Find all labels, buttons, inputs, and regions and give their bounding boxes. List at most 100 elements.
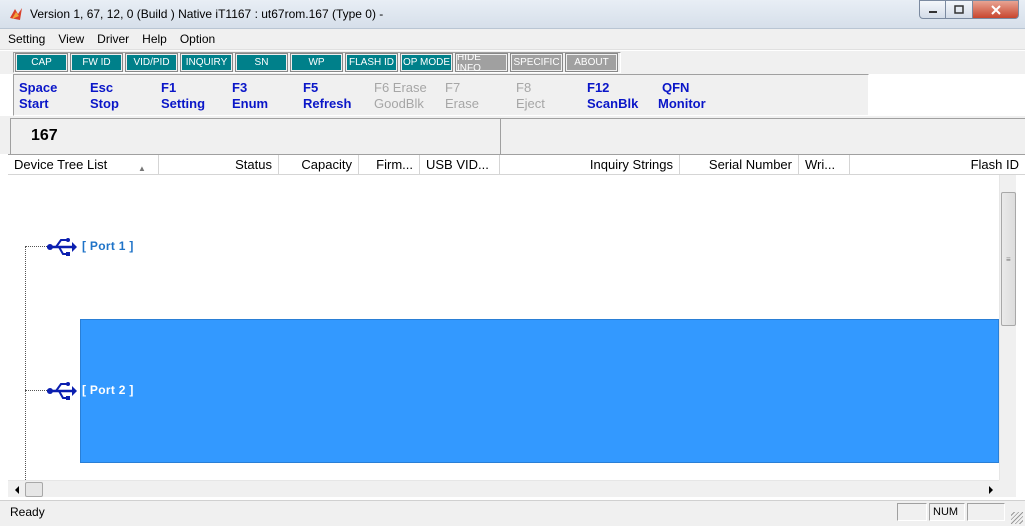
app-icon [10,8,22,20]
column-header: Device Tree List ▲ Status Capacity Firm.… [8,154,1025,175]
shortcut-enum[interactable]: F3 Enum [232,80,268,112]
maximize-button[interactable] [946,0,973,19]
status-bar: Ready NUM [0,500,1025,526]
menu-help[interactable]: Help [142,32,167,46]
tab-sn[interactable]: SN [235,53,288,72]
resize-grip-icon[interactable] [1011,512,1023,524]
column-flash-id[interactable]: Flash ID [850,155,1025,175]
shortcut-action: ScanBlk [587,96,639,111]
tab-wp[interactable]: WP [290,53,343,72]
tab-about[interactable]: ABOUT [565,53,618,72]
column-label: Device Tree List [14,157,108,172]
shortcut-key: F3 [232,80,248,95]
tab-op-mode[interactable]: OP MODE [400,53,453,72]
close-button[interactable] [973,0,1019,19]
shortcut-start[interactable]: Space Start [19,80,57,112]
info-tabs: CAP FW ID VID/PID INQUIRY SN WP FLASH ID… [13,52,621,74]
shortcut-key: F5 [303,80,319,95]
shortcut-action: Erase [445,96,479,111]
arrow-left-icon [14,485,19,494]
column-serial-number[interactable]: Serial Number [680,155,799,175]
horizontal-scrollbar[interactable] [8,480,999,497]
shortcut-erase-goodblk: F6 Erase GoodBlk [374,80,427,112]
shortcut-erase: F7 Erase [445,80,479,112]
window-controls [919,0,1019,20]
horizontal-scroll-thumb[interactable] [25,482,43,497]
shortcut-action: GoodBlk [374,96,424,111]
shortcut-action: Monitor [658,96,706,111]
device-count: 167 [31,127,58,144]
tree-connector-line [25,390,47,391]
shortcut-action: Refresh [303,96,352,111]
tab-inquiry[interactable]: INQUIRY [180,53,233,72]
info-tab-row: CAP FW ID VID/PID INQUIRY SN WP FLASH ID… [0,51,1025,74]
column-write-protect[interactable]: Wri... [799,155,850,175]
tab-specific[interactable]: SPECIFIC [510,53,563,72]
maximize-icon [954,4,964,14]
column-capacity[interactable]: Capacity [279,155,359,175]
shortcut-scanblk[interactable]: F12 ScanBlk [587,80,638,112]
shortcut-key: Space [19,80,58,95]
tree-item-port-1[interactable]: [ Port 1 ] [82,239,134,253]
shortcut-panel: Space Start Esc Stop F1 Setting F3 Enum … [13,74,869,116]
shortcut-key: F12 [587,80,610,95]
scroll-right-button[interactable] [983,482,998,497]
tab-fw-id[interactable]: FW ID [70,53,123,72]
shortcut-key: F6 Erase [374,80,427,95]
sort-ascending-icon: ▲ [138,164,146,173]
count-panel-right [501,118,1025,154]
column-usb-vid[interactable]: USB VID... [420,155,500,175]
vertical-scroll-thumb[interactable]: ≡ [1001,192,1016,326]
menu-view[interactable]: View [58,32,84,46]
usb-icon [47,238,77,256]
tab-flash-id[interactable]: FLASH ID [345,53,398,72]
status-text: Ready [10,505,45,519]
status-panel-num: NUM [929,503,965,521]
menu-setting[interactable]: Setting [8,32,45,46]
minimize-icon [928,10,937,13]
column-firmware[interactable]: Firm... [359,155,420,175]
shortcut-action: Enum [232,96,269,111]
shortcut-stop[interactable]: Esc Stop [90,80,119,112]
usb-icon [47,382,77,400]
shortcut-key: QFN [662,80,690,95]
count-panel: 167 [10,118,501,154]
shortcut-eject: F8 Eject [516,80,545,112]
tree-item-port-2[interactable]: [ Port 2 ] [82,383,134,397]
shortcut-key: Esc [90,80,114,95]
device-tree[interactable]: [ Port 1 ] [ Port 2 ] [8,175,999,480]
selected-port-highlight [80,319,999,463]
grip-icon: ≡ [1006,255,1011,264]
title-bar: Version 1, 67, 12, 0 (Build ) Native iT1… [0,0,1025,29]
shortcut-key: F1 [161,80,177,95]
arrow-right-icon [988,485,993,494]
menu-bar: Setting View Driver Help Option [0,29,1025,50]
status-panel-scroll [967,503,1005,521]
shortcut-key: F8 [516,80,532,95]
tab-hide-info[interactable]: HIDE INFO [455,52,508,74]
column-device-tree-list[interactable]: Device Tree List ▲ [8,155,159,175]
menu-option[interactable]: Option [180,32,215,46]
shortcut-key: F7 [445,80,461,95]
tree-connector-line [25,246,47,247]
shortcut-setting[interactable]: F1 Setting [161,80,205,112]
column-status[interactable]: Status [159,155,279,175]
vertical-scrollbar[interactable]: ≡ [999,175,1016,480]
shortcut-action: Stop [90,96,119,111]
shortcut-action: Start [19,96,49,111]
column-inquiry-strings[interactable]: Inquiry Strings [500,155,680,175]
count-row: 167 [0,116,1025,154]
window-title: Version 1, 67, 12, 0 (Build ) Native iT1… [30,7,384,21]
tree-connector-line [25,246,26,480]
shortcut-action: Setting [161,96,206,111]
tab-cap[interactable]: CAP [15,53,68,72]
shortcut-monitor[interactable]: QFN Monitor [658,80,706,112]
status-panel-caps [897,503,927,521]
scrollbar-corner [999,480,1016,497]
shortcut-action: Eject [516,96,545,111]
minimize-button[interactable] [919,0,946,19]
menu-driver[interactable]: Driver [97,32,129,46]
scroll-left-button[interactable] [9,482,24,497]
tab-vid-pid[interactable]: VID/PID [125,53,178,72]
shortcut-refresh[interactable]: F5 Refresh [303,80,351,112]
